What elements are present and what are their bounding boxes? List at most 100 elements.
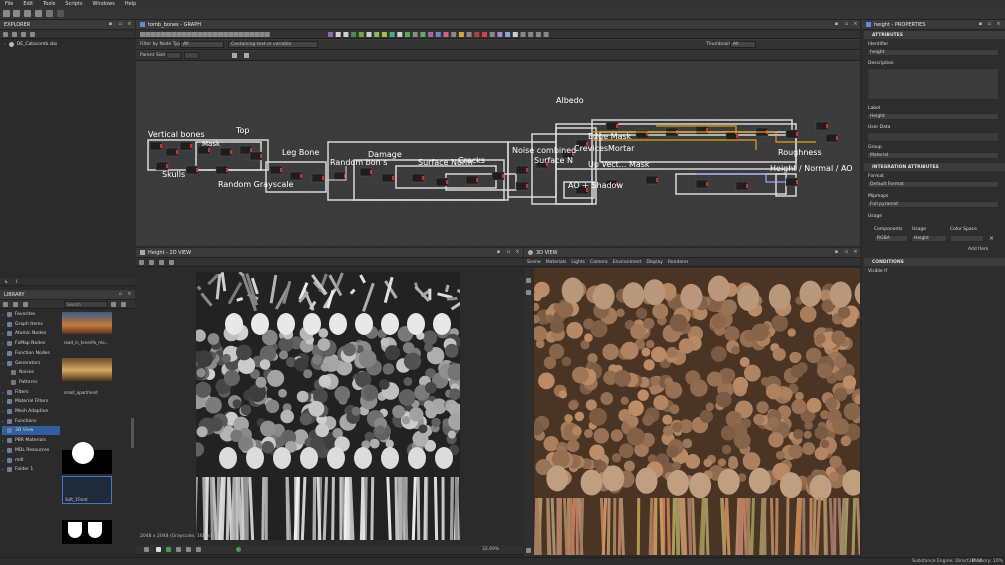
tile-icon[interactable] bbox=[159, 260, 164, 265]
attributes-section[interactable]: ATTRIBUTES bbox=[864, 31, 1005, 39]
thumbnail-label[interactable]: small_apartment bbox=[62, 382, 112, 396]
node-output-pin[interactable] bbox=[280, 168, 282, 172]
library-category-item[interactable]: › 3D View bbox=[2, 426, 60, 436]
graph-tool-icon[interactable] bbox=[458, 32, 464, 37]
library-scrollbar[interactable] bbox=[131, 418, 134, 448]
link-icon[interactable] bbox=[232, 53, 237, 58]
graph-tool-icon[interactable] bbox=[512, 32, 518, 37]
node-output-pin[interactable] bbox=[796, 132, 798, 136]
node-output-pin[interactable] bbox=[826, 124, 828, 128]
graph-tool-icon[interactable] bbox=[466, 32, 472, 37]
package-item[interactable]: › DE_Catacomb.sbs bbox=[4, 42, 57, 47]
graph-tool-icon[interactable] bbox=[238, 32, 244, 37]
node-output-pin[interactable] bbox=[656, 178, 658, 182]
node-upvector-mask[interactable]: Up Vect... Mask bbox=[588, 160, 650, 169]
graph-tool-icon[interactable] bbox=[186, 32, 192, 37]
graph-tool-icon[interactable] bbox=[443, 32, 449, 37]
node-output-pin[interactable] bbox=[230, 150, 232, 154]
height-map-preview[interactable] bbox=[196, 272, 460, 540]
graph-tool-icon[interactable] bbox=[218, 32, 223, 37]
graph-tool-icon[interactable] bbox=[192, 32, 197, 37]
node-noise-combined[interactable]: Noise combined bbox=[512, 146, 576, 155]
library-category-item[interactable]: › PBR Materials bbox=[2, 436, 46, 445]
new-graph-icon[interactable] bbox=[13, 10, 20, 17]
pin-icon[interactable]: ▪ bbox=[108, 22, 113, 27]
graph-tool-icon[interactable] bbox=[259, 32, 265, 37]
node-output-pin[interactable] bbox=[422, 176, 424, 180]
node-output-pin[interactable] bbox=[526, 168, 528, 172]
zoom-level[interactable]: 32.69% bbox=[482, 547, 499, 552]
color-space-select[interactable] bbox=[950, 235, 984, 242]
library-category-item[interactable]: › Function Nodes bbox=[2, 349, 50, 358]
library-add-icon[interactable] bbox=[3, 302, 8, 307]
graph-tool-icon[interactable] bbox=[412, 32, 418, 37]
graph-tool-icon[interactable] bbox=[343, 32, 349, 37]
parent-size-x-select[interactable] bbox=[166, 52, 181, 59]
close-icon[interactable]: × bbox=[996, 22, 1001, 27]
thumbnail-image[interactable] bbox=[62, 520, 112, 544]
graph-tool-icon[interactable] bbox=[328, 32, 333, 37]
graph-tool-icon[interactable] bbox=[335, 32, 341, 37]
pin-icon[interactable]: ▪ bbox=[834, 250, 839, 255]
graph-tool-icon[interactable] bbox=[181, 32, 187, 37]
graph-tool-icon[interactable] bbox=[171, 32, 177, 37]
graph-tool-icon[interactable] bbox=[451, 32, 457, 37]
node-cracks[interactable]: Cracks bbox=[458, 156, 485, 165]
graph-tool-icon[interactable] bbox=[428, 32, 434, 37]
close-icon[interactable]: × bbox=[127, 292, 132, 297]
filter-select[interactable]: All bbox=[180, 41, 224, 48]
description-field[interactable] bbox=[867, 68, 999, 100]
remove-usage-icon[interactable]: × bbox=[989, 235, 994, 242]
float-icon[interactable]: ▫ bbox=[506, 250, 511, 255]
graph-tool-icon[interactable] bbox=[351, 32, 357, 37]
screenshot-icon[interactable] bbox=[526, 548, 531, 553]
node-vertical-bones[interactable]: Vertical bones bbox=[148, 130, 205, 139]
thumbnail-image[interactable] bbox=[62, 442, 112, 474]
thumbnail-label[interactable]: road_in_tenerife_mo... bbox=[62, 334, 112, 346]
node-ao-shadow[interactable]: AO + Shadow bbox=[568, 181, 623, 190]
graph-tool-icon[interactable] bbox=[474, 32, 480, 37]
graph-tool-icon[interactable] bbox=[176, 32, 182, 37]
node-roughness[interactable]: Roughness bbox=[778, 148, 822, 157]
graph-tool-icon[interactable] bbox=[543, 32, 549, 37]
format-select[interactable]: Default Format bbox=[867, 181, 999, 188]
node-mask[interactable]: Mask bbox=[202, 140, 220, 148]
save-image-icon[interactable] bbox=[139, 260, 144, 265]
float-icon[interactable]: ▫ bbox=[118, 22, 123, 27]
library-category-item[interactable]: › Material Filters bbox=[2, 397, 48, 406]
library-tab-icon[interactable]: ↳ bbox=[4, 279, 8, 285]
histogram-icon[interactable] bbox=[186, 547, 191, 552]
graph-tool-icon[interactable] bbox=[223, 32, 229, 37]
node-output-pin[interactable] bbox=[208, 148, 210, 152]
float-icon[interactable]: ▫ bbox=[844, 250, 849, 255]
node-albedo[interactable]: Albedo bbox=[556, 96, 584, 105]
close-icon[interactable]: × bbox=[853, 250, 858, 255]
python-tab-icon[interactable]: i bbox=[16, 279, 17, 285]
thumbnails-select[interactable]: All bbox=[730, 41, 756, 48]
graph-tool-icons[interactable] bbox=[138, 30, 618, 39]
undo-icon[interactable] bbox=[46, 10, 53, 17]
library-category-item[interactable]: › Atomic Nodes bbox=[2, 329, 46, 338]
graph-tool-icon[interactable] bbox=[381, 32, 387, 37]
library-search-input[interactable]: Search bbox=[64, 301, 108, 308]
node-output-pin[interactable] bbox=[226, 168, 228, 172]
camera-icon[interactable] bbox=[526, 278, 531, 283]
graph-tool-icon[interactable] bbox=[244, 32, 249, 37]
float-icon[interactable]: ▫ bbox=[844, 22, 849, 27]
pin-icon[interactable]: ▪ bbox=[978, 22, 983, 27]
copy-image-icon[interactable] bbox=[149, 260, 154, 265]
node-crevices[interactable]: Crevices bbox=[574, 144, 608, 153]
node-output-pin[interactable] bbox=[370, 170, 372, 174]
filter-search-input[interactable]: Containing text or variable bbox=[228, 41, 318, 48]
pin-icon[interactable]: ▪ bbox=[496, 250, 501, 255]
graph-tool-icon[interactable] bbox=[249, 32, 255, 37]
graph-tool-icon[interactable] bbox=[202, 32, 208, 37]
graph-tool-icon[interactable] bbox=[150, 32, 156, 37]
close-icon[interactable]: × bbox=[853, 22, 858, 27]
graph-tool-icon[interactable] bbox=[374, 32, 380, 37]
library-category-item[interactable]: › Favorites bbox=[2, 310, 35, 319]
usage-select[interactable]: Height bbox=[911, 235, 947, 242]
graph-tool-icon[interactable] bbox=[155, 32, 161, 37]
node-output-pin[interactable] bbox=[166, 164, 168, 168]
graph-tool-icon[interactable] bbox=[212, 32, 218, 37]
